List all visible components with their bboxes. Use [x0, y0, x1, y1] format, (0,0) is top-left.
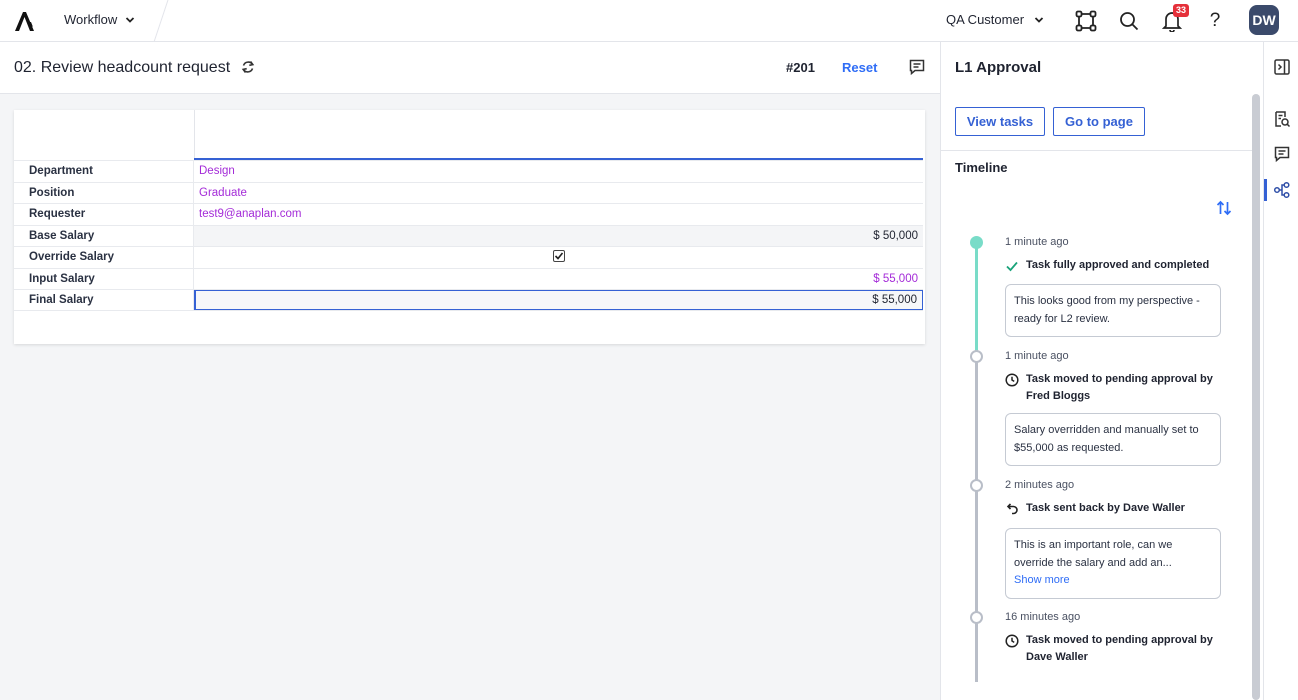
event-comment-text: This is an important role, can we overri… [1014, 539, 1173, 569]
event-time: 1 minute ago [1005, 350, 1069, 362]
collapse-panel-icon[interactable] [1273, 58, 1291, 76]
grid-row-label: Base Salary [14, 225, 194, 246]
refresh-icon[interactable] [240, 59, 256, 75]
grid-row-override-salary: Override Salary [14, 246, 923, 268]
grid-row-position: Position Graduate [14, 181, 923, 204]
event-time: 2 minutes ago [1005, 479, 1075, 491]
panel-divider [941, 150, 1252, 151]
show-more-link[interactable]: Show more [1014, 572, 1212, 590]
grid-row-final-salary: Final Salary $ 55,000 [14, 289, 923, 311]
grid-row-requester: Requester test9@anaplan.com [14, 203, 923, 225]
undo-icon [1006, 503, 1018, 515]
apps-network-icon[interactable] [1073, 8, 1099, 34]
input-salary-value[interactable]: $ 55,000 [194, 269, 923, 290]
timeline-heading: Timeline [955, 160, 1008, 175]
event-comment: This is an important role, can we overri… [1005, 528, 1221, 599]
timeline-dot-active [970, 236, 983, 249]
sort-order-icon[interactable] [1215, 199, 1233, 217]
panel-title: L1 Approval [955, 59, 1042, 76]
event-time: 16 minutes ago [1005, 611, 1081, 623]
task-number: #201 [786, 60, 815, 75]
department-value[interactable]: Design [194, 161, 923, 182]
event-time: 1 minute ago [1005, 236, 1069, 248]
timeline-event: Task moved to pending approval by Dave W… [1005, 632, 1235, 666]
timeline-dot [970, 611, 983, 624]
approval-panel: L1 Approval View tasks Go to page Timeli… [940, 42, 1263, 700]
notifications-bell-icon[interactable]: 33 [1159, 4, 1190, 34]
anaplan-logo-icon[interactable] [13, 9, 37, 33]
grid-row-label: Position [14, 182, 194, 203]
timeline-event: Task moved to pending approval by Fred B… [1005, 371, 1235, 405]
timeline-event: Task sent back by Dave Waller [1005, 500, 1235, 517]
base-salary-value: $ 50,000 [194, 225, 923, 246]
chevron-down-icon [1034, 16, 1044, 23]
tenant-selector[interactable]: QA Customer [946, 12, 1044, 27]
event-comment: Salary overridden and manually set to $5… [1005, 413, 1221, 466]
grid-header-divider [194, 110, 195, 160]
notification-count-badge: 33 [1173, 4, 1190, 17]
tenant-label: QA Customer [946, 12, 1025, 27]
divider [153, 0, 169, 42]
view-tasks-button[interactable]: View tasks [955, 107, 1045, 136]
user-avatar[interactable]: DW [1249, 5, 1279, 35]
override-salary-cell [194, 247, 923, 268]
comment-icon[interactable] [908, 58, 926, 76]
go-to-page-button[interactable]: Go to page [1053, 107, 1145, 136]
grid-row-base-salary: Base Salary $ 50,000 [14, 224, 923, 246]
comment-icon[interactable] [1273, 145, 1291, 163]
final-salary-value[interactable]: $ 55,000 [194, 290, 923, 310]
event-text: Task moved to pending approval by Fred B… [1026, 373, 1213, 402]
document-search-icon[interactable] [1273, 110, 1291, 128]
reset-button[interactable]: Reset [842, 60, 877, 75]
grid-row-department: Department Design [14, 160, 923, 182]
timeline-line [975, 357, 978, 682]
event-text: Task moved to pending approval by Dave W… [1026, 634, 1213, 663]
clock-icon [1005, 373, 1019, 387]
position-value[interactable]: Graduate [194, 183, 923, 204]
timeline-line-active [975, 247, 978, 357]
search-icon[interactable] [1116, 8, 1142, 34]
page-title: 02. Review headcount request [14, 59, 231, 76]
timeline-dot [970, 479, 983, 492]
grid-row-label: Input Salary [14, 268, 194, 289]
side-rail [1263, 42, 1298, 700]
chevron-down-icon [126, 16, 135, 23]
grid-row-label: Requester [14, 204, 194, 225]
panel-scrollbar[interactable] [1252, 94, 1260, 700]
timeline-event: Task fully approved and completed [1005, 257, 1235, 274]
help-icon[interactable]: ? [1202, 8, 1228, 34]
event-comment: This looks good from my perspective - re… [1005, 284, 1221, 337]
checkmark-icon [554, 252, 564, 261]
grid-row-label: Override Salary [14, 247, 194, 268]
workflow-menu[interactable]: Workflow [64, 12, 135, 27]
event-text: Task sent back by Dave Waller [1026, 502, 1185, 514]
timeline-dot [970, 350, 983, 363]
workflow-icon[interactable] [1273, 181, 1291, 199]
grid-row-input-salary: Input Salary $ 55,000 [14, 267, 923, 290]
grid-card: Department Design Position Graduate Requ… [14, 110, 925, 344]
override-salary-checkbox[interactable] [552, 249, 565, 262]
active-rail-indicator [1264, 179, 1267, 201]
top-bar: Workflow QA Customer 33 ? DW [0, 0, 1298, 42]
event-text: Task fully approved and completed [1026, 259, 1210, 271]
grid-row-label: Department [14, 161, 194, 182]
check-icon [1006, 261, 1018, 272]
requester-value[interactable]: test9@anaplan.com [194, 204, 923, 225]
workflow-menu-label: Workflow [64, 12, 118, 27]
clock-icon [1005, 634, 1019, 648]
grid-row-label: Final Salary [14, 290, 194, 310]
page-header: 02. Review headcount request #201 Reset [0, 42, 940, 94]
